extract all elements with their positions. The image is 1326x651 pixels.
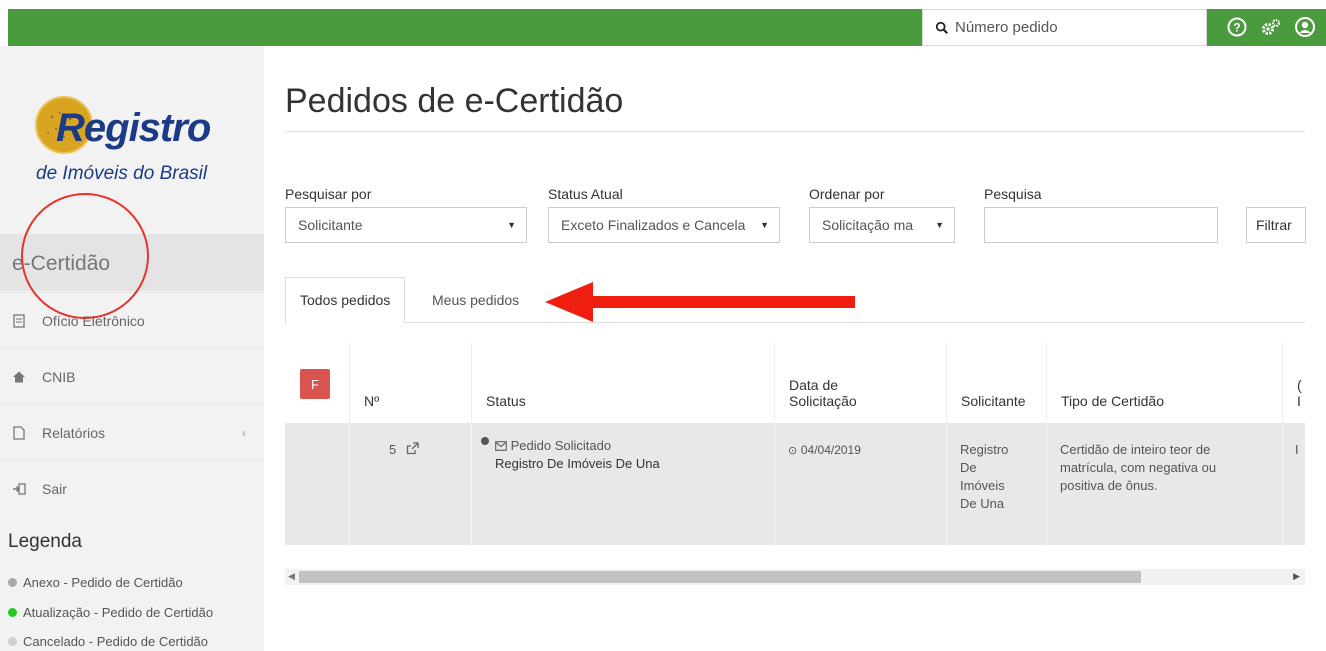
- status-text: Pedido Solicitado: [510, 438, 612, 453]
- status-dot-icon: [8, 608, 17, 617]
- select-value: Solicitante: [298, 217, 363, 233]
- select-value: Solicitação ma: [822, 217, 914, 233]
- legend-label: Atualização - Pedido de Certidão: [23, 605, 214, 620]
- status-cell: Pedido Solicitado Registro De Imóveis De…: [481, 437, 660, 473]
- clock-icon: ⊙: [788, 445, 798, 457]
- top-icons: ?: [1226, 16, 1316, 38]
- filter-badge[interactable]: F: [300, 369, 330, 399]
- column-separator: [774, 423, 775, 545]
- legend-item-anexo: Anexo - Pedido de Certidão: [8, 575, 183, 590]
- caret-down-icon: ▼: [507, 220, 516, 230]
- document-icon: [13, 313, 25, 328]
- query-label: Pesquisa: [984, 186, 1042, 202]
- header-date[interactable]: Data de Solicitação: [774, 343, 946, 423]
- column-separator: [1282, 423, 1283, 545]
- caret-down-icon: ▼: [760, 220, 769, 230]
- chevron-left-icon: ‹: [242, 425, 246, 440]
- order-number-input[interactable]: [955, 19, 1195, 36]
- requester-cell: Registro De Imóveis De Una: [960, 441, 1040, 513]
- scroll-right-icon[interactable]: ▶: [1293, 571, 1300, 582]
- search-by-label: Pesquisar por: [285, 186, 372, 202]
- header-requester[interactable]: Solicitante: [946, 343, 1046, 423]
- legend-item-atualizacao: Atualização - Pedido de Certidão: [8, 605, 213, 620]
- header-extra-line: (: [1297, 377, 1302, 393]
- requester-line: Imóveis: [960, 478, 1005, 493]
- header-type[interactable]: Tipo de Certidão: [1046, 343, 1282, 423]
- query-input[interactable]: [984, 207, 1218, 243]
- user-icon[interactable]: [1294, 16, 1316, 38]
- scroll-left-icon[interactable]: ◀: [288, 571, 295, 582]
- divider: [285, 131, 1305, 132]
- tab-todos-pedidos[interactable]: Todos pedidos: [285, 277, 406, 323]
- order-label: Ordenar por: [809, 186, 885, 202]
- sidebar: Registro de Imóveis do Brasil e-Certidão…: [0, 46, 264, 651]
- scrollbar-thumb[interactable]: [299, 571, 1141, 583]
- certificate-type-cell: Certidão de inteiro teor de matrícula, c…: [1060, 441, 1275, 495]
- type-line: Certidão de inteiro teor de: [1060, 442, 1211, 457]
- date-cell: ⊙ 04/04/2019: [788, 441, 861, 460]
- extra-cell: I: [1295, 442, 1299, 457]
- status-dot-icon: [8, 578, 17, 587]
- header-date-line: Solicitação: [789, 393, 857, 409]
- external-link-icon[interactable]: [406, 442, 419, 455]
- sidebar-item-label: Sair: [42, 480, 67, 497]
- help-icon[interactable]: ?: [1226, 16, 1248, 38]
- status-dot-icon: [481, 437, 489, 445]
- legend-label: Anexo - Pedido de Certidão: [23, 575, 183, 590]
- type-line: matrícula, com negativa ou: [1060, 460, 1217, 475]
- filter-button[interactable]: Filtrar: [1246, 207, 1306, 243]
- legend-label: Cancelado - Pedido de Certidão: [23, 634, 209, 649]
- requester-line: Registro: [960, 442, 1009, 457]
- horizontal-scrollbar[interactable]: ◀ ▶: [285, 569, 1305, 585]
- type-line: positiva de ônus.: [1060, 478, 1158, 493]
- settings-icon[interactable]: [1260, 16, 1282, 38]
- tab-meus-pedidos[interactable]: Meus pedidos: [418, 277, 533, 323]
- envelope-icon: [495, 441, 507, 451]
- top-bar: ?: [8, 9, 1326, 46]
- header-status[interactable]: Status: [471, 343, 774, 423]
- order-number: 5: [389, 442, 397, 457]
- order-select[interactable]: Solicitação ma ▼: [809, 207, 955, 243]
- requester-line: De: [960, 460, 977, 475]
- status-select[interactable]: Exceto Finalizados e Cancela ▼: [548, 207, 780, 243]
- caret-down-icon: ▼: [935, 220, 944, 230]
- table-row[interactable]: 5 Pedido Solicitado Registro De Imóveis …: [285, 423, 1305, 545]
- column-separator: [1046, 423, 1047, 545]
- header-extra-line: I: [1297, 393, 1301, 409]
- table-header: F Nº Status Data de Solicitação Solicita…: [285, 343, 1305, 423]
- page-title: Pedidos de e-Certidão: [285, 82, 624, 120]
- column-separator: [471, 423, 472, 545]
- logo-wordmark: Registro: [56, 106, 211, 150]
- svg-text:?: ?: [1233, 21, 1240, 35]
- header-badge-cell: F: [285, 343, 349, 423]
- header-extra[interactable]: ( I: [1282, 343, 1305, 423]
- sidebar-item-label: CNIB: [42, 368, 76, 385]
- select-value: Exceto Finalizados e Cancela: [561, 217, 746, 233]
- column-separator: [946, 423, 947, 545]
- sidebar-item-label: Relatórios: [42, 424, 106, 441]
- header-date-line: Data de: [789, 377, 839, 393]
- requester-line: De Una: [960, 496, 1005, 511]
- search-icon: [935, 21, 948, 34]
- logo-subtitle: de Imóveis do Brasil: [36, 163, 208, 184]
- legend-title: Legenda: [8, 531, 82, 552]
- sidebar-item-relatorios[interactable]: Relatórios ‹: [0, 404, 264, 460]
- sidebar-item-sair[interactable]: Sair: [0, 460, 264, 516]
- status-dot-icon: [8, 637, 17, 646]
- file-icon: [13, 425, 25, 440]
- header-number[interactable]: Nº: [349, 343, 471, 423]
- order-search-box[interactable]: [922, 9, 1207, 46]
- annotation-circle: [21, 193, 149, 319]
- order-number-cell: 5: [389, 441, 419, 459]
- sidebar-item-cnib[interactable]: CNIB: [0, 348, 264, 404]
- home-icon: [13, 371, 25, 382]
- legend-item-cancelado: Cancelado - Pedido de Certidão: [8, 634, 208, 649]
- annotation-arrow: [545, 282, 855, 322]
- column-separator: [349, 423, 350, 545]
- status-label: Status Atual: [548, 186, 623, 202]
- office-name: Registro De Imóveis De Una: [495, 456, 660, 471]
- date-text: 04/04/2019: [800, 443, 861, 457]
- search-by-select[interactable]: Solicitante ▼: [285, 207, 527, 243]
- signout-icon: [13, 482, 26, 495]
